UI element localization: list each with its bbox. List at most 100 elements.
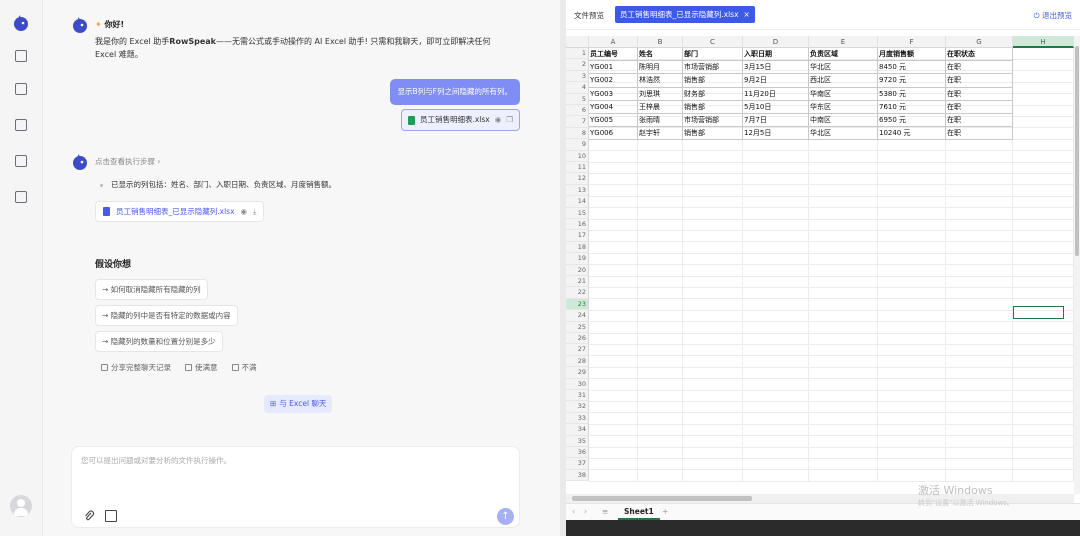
data-cell[interactable]: 8450 元 — [878, 61, 946, 75]
row-header[interactable]: 22 — [566, 287, 589, 299]
row-header[interactable]: 4 — [566, 82, 589, 94]
data-cell[interactable]: 10240 元 — [878, 127, 946, 141]
spreadsheet-grid[interactable]: A B C D E F G H 1 2 3 4 5 6 7 8 9 10 11 12 13 14 15 16 17 18 19 20 2… — [566, 36, 1074, 494]
row-header[interactable]: 2 — [566, 59, 589, 71]
add-sheet-icon[interactable]: + — [662, 507, 668, 516]
view-steps-link[interactable]: 点击查看执行步骤 › — [95, 156, 160, 167]
book-icon[interactable] — [105, 510, 117, 522]
data-cell[interactable]: 华北区 — [809, 127, 878, 141]
like-button[interactable]: 使满意 — [185, 362, 218, 373]
row-header[interactable]: 17 — [566, 230, 589, 242]
column-header[interactable]: E — [809, 36, 878, 48]
data-cell[interactable]: 销售部 — [683, 127, 743, 141]
scroll-thumb[interactable] — [572, 496, 752, 501]
data-cell[interactable]: 市场营销部 — [683, 61, 743, 75]
row-header[interactable]: 32 — [566, 401, 589, 413]
column-header[interactable]: H — [1013, 36, 1074, 48]
data-cell[interactable]: 11月20日 — [743, 87, 809, 101]
copy-icon[interactable]: ❐ — [506, 110, 513, 130]
data-cell[interactable]: 中南区 — [809, 114, 878, 128]
data-cell[interactable]: 西北区 — [809, 74, 878, 88]
row-header[interactable]: 13 — [566, 184, 589, 197]
data-cell[interactable]: 财务部 — [683, 87, 743, 101]
data-cell[interactable]: 在职 — [946, 127, 1013, 141]
data-cell[interactable]: YG001 — [589, 61, 638, 75]
document-icon[interactable] — [15, 155, 27, 167]
image-icon[interactable] — [15, 119, 27, 131]
next-sheet-icon[interactable]: › — [584, 507, 587, 516]
send-button[interactable]: ↑ — [497, 508, 514, 525]
row-header[interactable]: 11 — [566, 162, 589, 174]
prev-sheet-icon[interactable]: ‹ — [572, 507, 575, 516]
data-cell[interactable]: 陈明月 — [638, 61, 683, 75]
exit-preview-button[interactable]: ⏻ 退出预览 — [1034, 10, 1072, 21]
suggestion-item[interactable]: → 隐藏列的数量和位置分别是多少 — [95, 331, 223, 352]
app-logo-icon[interactable] — [12, 14, 30, 32]
chat-input[interactable] — [81, 455, 501, 495]
data-cell[interactable]: 6950 元 — [878, 114, 946, 128]
header-cell[interactable]: 员工编号 — [589, 48, 638, 62]
user-file-chip[interactable]: 员工销售明细表.xlsx ◉ ❐ — [400, 109, 520, 131]
data-cell[interactable]: YG004 — [589, 100, 638, 114]
data-cell[interactable]: 王梓晨 — [638, 100, 683, 114]
add-file-icon[interactable] — [15, 83, 27, 95]
data-cell[interactable]: 华北区 — [809, 61, 878, 75]
column-header[interactable]: F — [878, 36, 946, 48]
data-cell[interactable]: 销售部 — [683, 100, 743, 114]
data-cell[interactable]: 在职 — [946, 74, 1013, 88]
data-cell[interactable]: YG005 — [589, 114, 638, 128]
row-header[interactable]: 5 — [566, 93, 589, 105]
data-cell[interactable]: 市场营销部 — [683, 114, 743, 128]
row-header[interactable]: 29 — [566, 367, 589, 379]
suggestion-item[interactable]: → 如何取消隐藏所有隐藏的列 — [95, 279, 208, 300]
header-cell[interactable]: 负责区域 — [809, 48, 878, 62]
selected-cell[interactable] — [1013, 306, 1064, 320]
data-cell[interactable]: 华南区 — [809, 87, 878, 101]
row-header[interactable]: 30 — [566, 378, 589, 390]
row-header[interactable]: 14 — [566, 196, 589, 208]
row-header[interactable]: 7 — [566, 116, 589, 128]
row-header[interactable]: 12 — [566, 173, 589, 185]
header-cell[interactable]: 在职状态 — [946, 48, 1013, 62]
row-header[interactable]: 28 — [566, 355, 589, 368]
row-header[interactable]: 1 — [566, 48, 589, 60]
column-header[interactable]: C — [683, 36, 743, 48]
data-cell[interactable]: 在职 — [946, 87, 1013, 101]
select-all-corner[interactable] — [566, 36, 589, 48]
result-file-chip[interactable]: 员工销售明细表_已显示隐藏列.xlsx ◉ ⤓ — [95, 201, 265, 222]
chat-with-excel-button[interactable]: ⊞ 与 Excel 聊天 — [264, 395, 333, 413]
suggestion-item[interactable]: → 隐藏的列中是否有特定的数据或内容 — [95, 305, 238, 326]
row-header[interactable]: 19 — [566, 253, 589, 265]
header-cell[interactable]: 入职日期 — [743, 48, 809, 62]
data-cell[interactable]: 销售部 — [683, 74, 743, 88]
data-cell[interactable]: 9720 元 — [878, 74, 946, 88]
data-cell[interactable]: 12月5日 — [743, 127, 809, 141]
column-header[interactable]: B — [638, 36, 683, 48]
row-header[interactable]: 36 — [566, 447, 589, 459]
row-header[interactable]: 34 — [566, 424, 589, 436]
data-cell[interactable]: 7610 元 — [878, 100, 946, 114]
scroll-thumb[interactable] — [1075, 46, 1079, 256]
data-cell[interactable]: 张雨晴 — [638, 114, 683, 128]
data-cell[interactable]: 7月7日 — [743, 114, 809, 128]
row-header[interactable]: 35 — [566, 435, 589, 447]
data-cell[interactable]: 在职 — [946, 100, 1013, 114]
column-header[interactable]: A — [589, 36, 638, 48]
row-header[interactable]: 38 — [566, 469, 589, 482]
data-cell[interactable]: YG006 — [589, 127, 638, 141]
row-header[interactable]: 18 — [566, 241, 589, 254]
row-header[interactable]: 3 — [566, 70, 589, 83]
user-avatar[interactable] — [10, 495, 32, 517]
row-header[interactable]: 33 — [566, 412, 589, 425]
data-cell[interactable]: 华东区 — [809, 100, 878, 114]
row-header[interactable]: 16 — [566, 219, 589, 231]
row-header[interactable]: 8 — [566, 127, 589, 140]
data-cell[interactable]: 赵宇轩 — [638, 127, 683, 141]
data-cell[interactable]: 9月2日 — [743, 74, 809, 88]
data-cell[interactable]: 5380 元 — [878, 87, 946, 101]
eye-icon[interactable]: ◉ — [241, 207, 248, 216]
column-header[interactable]: G — [946, 36, 1013, 48]
preview-file-tab[interactable]: 员工销售明细表_已显示隐藏列.xlsx × — [615, 6, 755, 23]
vertical-scrollbar[interactable] — [1074, 36, 1080, 494]
video-icon[interactable] — [15, 50, 27, 62]
